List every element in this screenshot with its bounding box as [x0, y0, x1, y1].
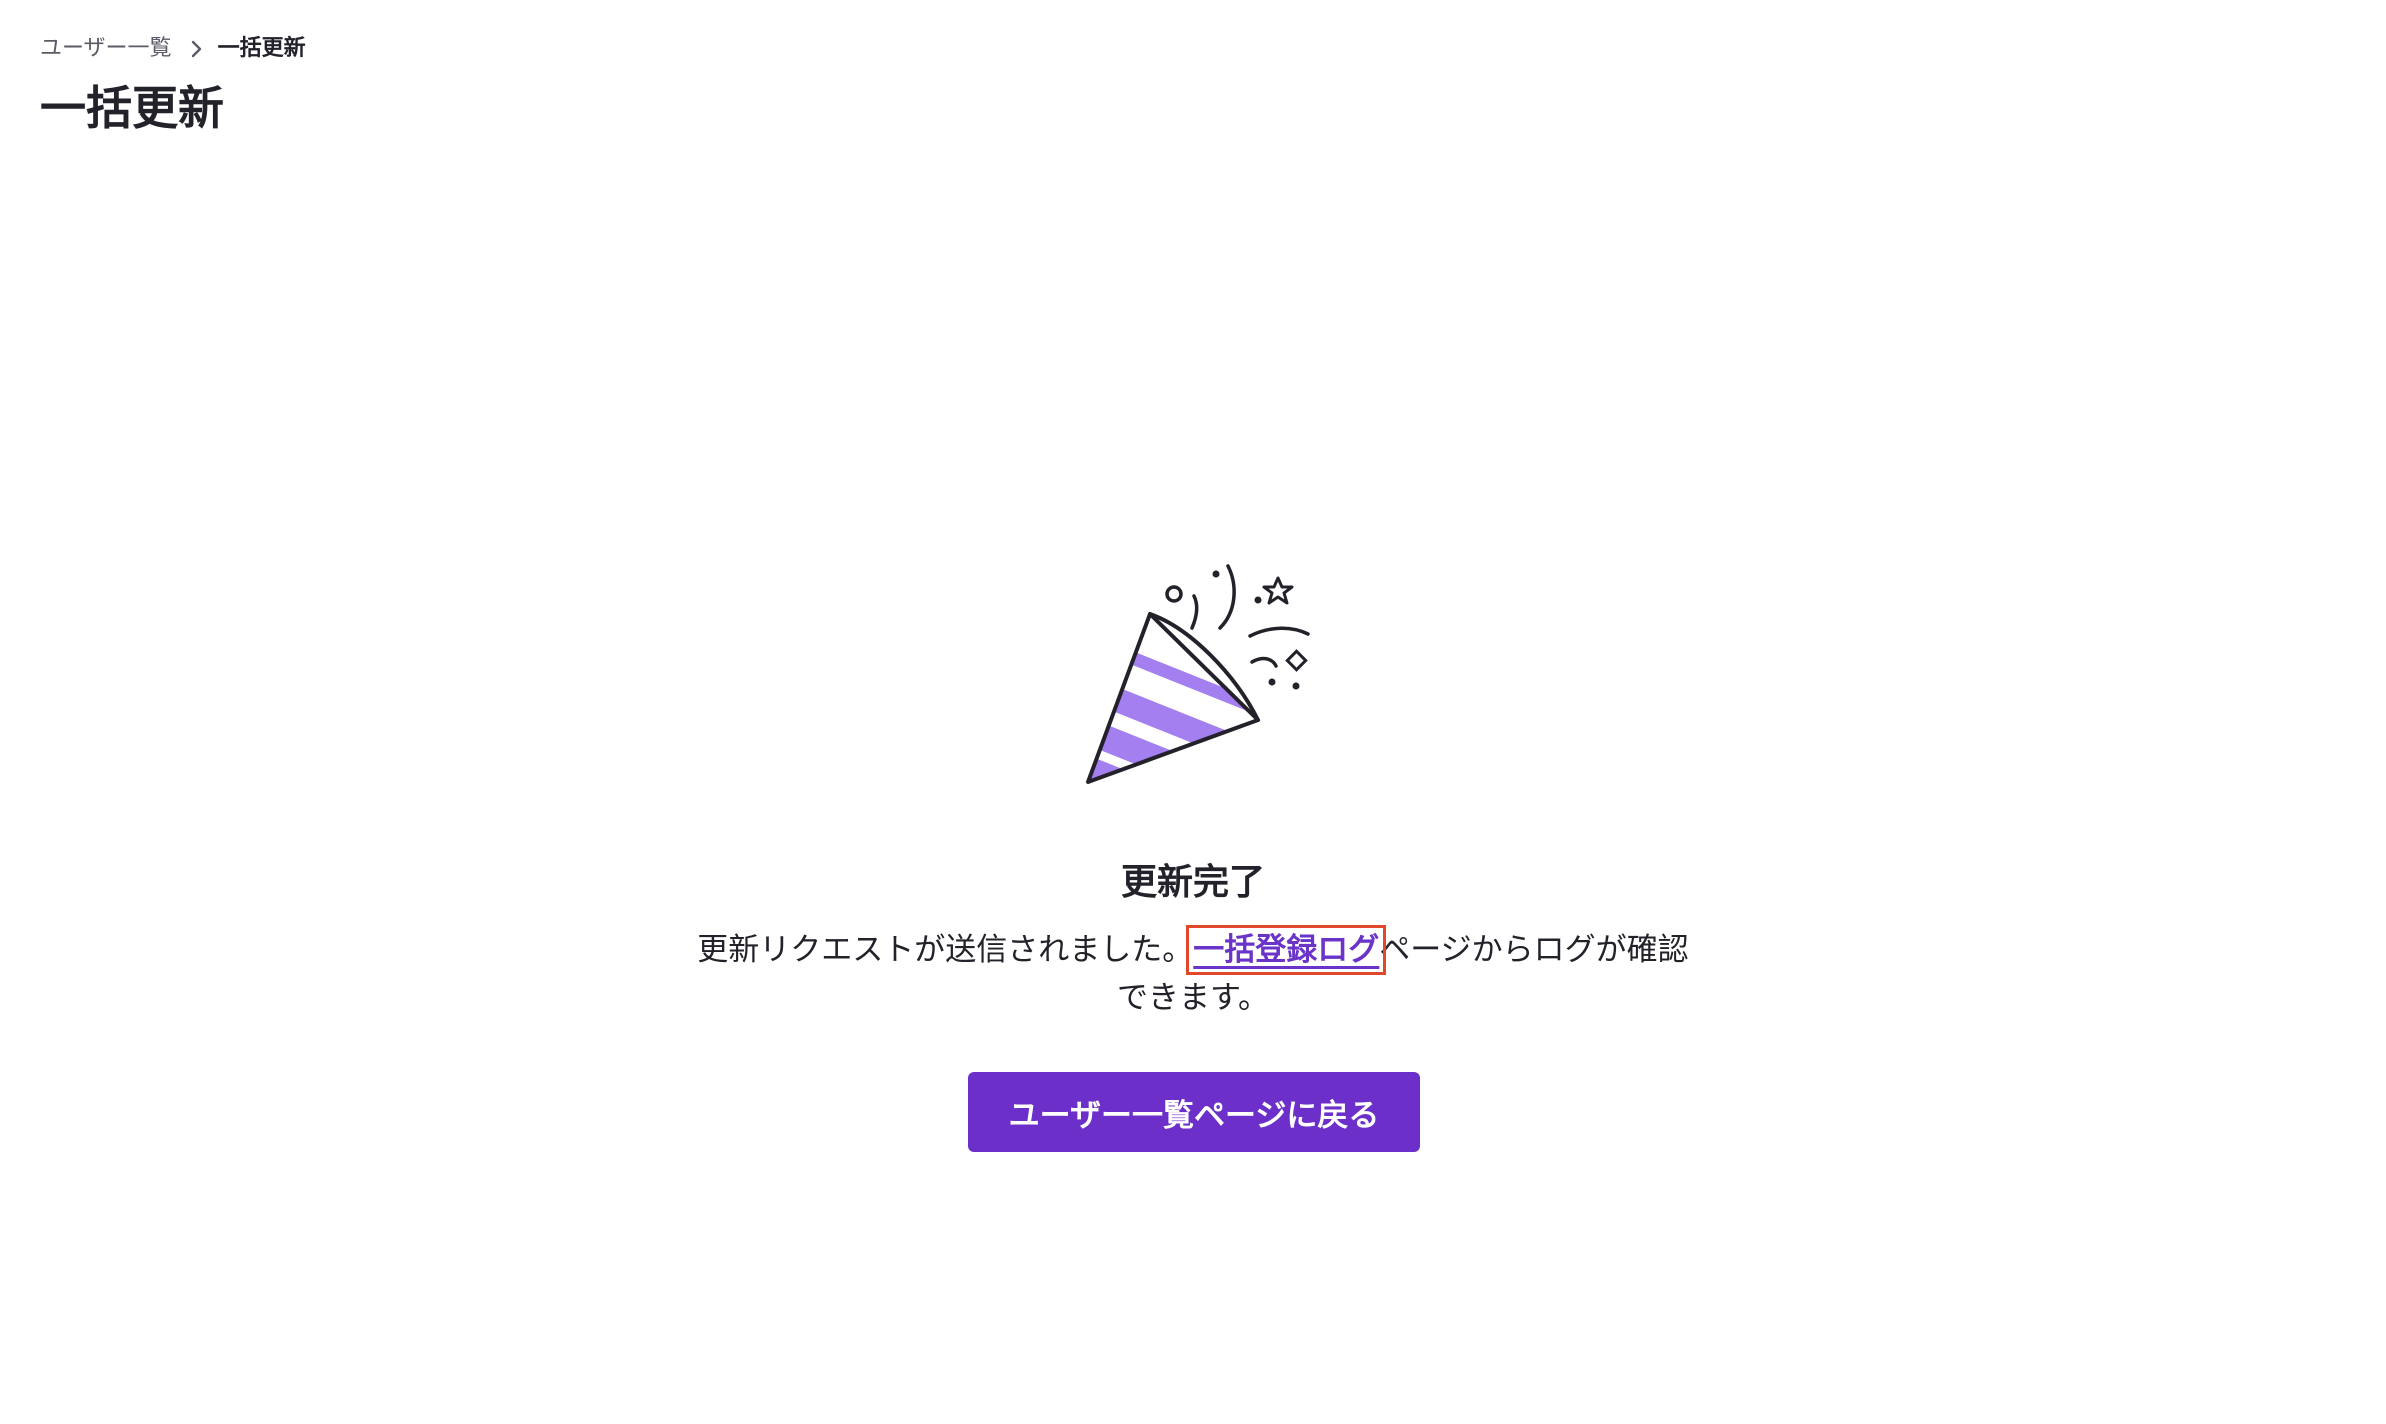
breadcrumb-current: 一括更新 — [217, 36, 306, 61]
message-text-before: 更新リクエストが送信されました。 — [697, 932, 1194, 968]
party-popper-icon — [1070, 556, 1320, 796]
bulk-update-complete-page: ユーザー一覧 一括更新 一括更新 更新完了 更新リクエストが送信されました。一括… — [0, 0, 2386, 1424]
completion-title: 更新完了 — [1120, 862, 1265, 903]
bulk-registration-log-link[interactable]: 一括登録ログ — [1186, 925, 1387, 975]
chevron-right-icon — [190, 39, 204, 59]
completion-message: 更新リクエストが送信されました。一括登録ログページからログが確認できます。 — [690, 925, 1696, 1022]
page-title: 一括更新 — [40, 81, 224, 135]
breadcrumb-user-list-link[interactable]: ユーザー一覧 — [40, 34, 172, 64]
back-to-user-list-button[interactable]: ユーザー一覧ページに戻る — [968, 1072, 1420, 1152]
breadcrumb: ユーザー一覧 一括更新 — [40, 34, 306, 64]
